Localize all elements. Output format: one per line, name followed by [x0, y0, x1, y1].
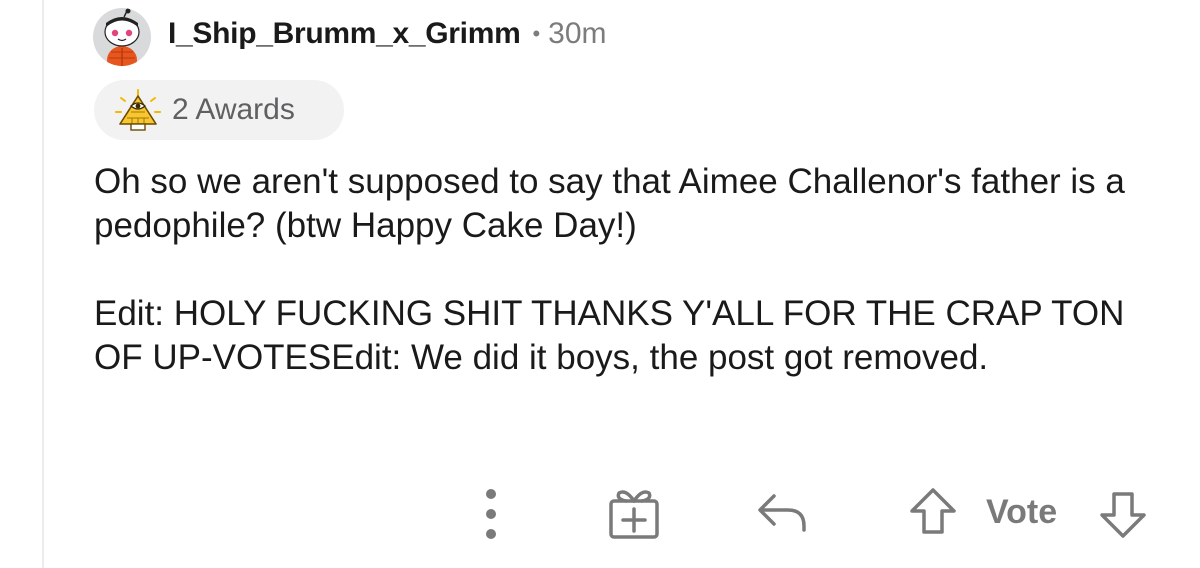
comment-body: Oh so we aren't supposed to say that Aim…	[94, 160, 1154, 380]
meta-separator: •	[532, 21, 541, 46]
awards-count: 2 Awards	[172, 93, 295, 126]
more-vertical-icon[interactable]	[480, 488, 502, 540]
vote-count: Vote	[986, 493, 1058, 531]
illuminati-award-icon	[115, 89, 161, 131]
avatar[interactable]	[93, 8, 151, 66]
comment-age: 30m	[548, 17, 607, 50]
upvote-arrow-icon[interactable]	[908, 486, 958, 536]
snoo-avatar-icon	[104, 8, 140, 66]
reply-icon[interactable]	[756, 492, 810, 534]
gift-icon[interactable]	[606, 487, 662, 541]
comment-paragraph-edit: Edit: HOLY FUCKING SHIT THANKS Y'ALL FOR…	[94, 294, 1125, 377]
comment-paragraph: Oh so we aren't supposed to say that Aim…	[94, 162, 1125, 245]
downvote-arrow-icon[interactable]	[1098, 490, 1148, 540]
thread-line[interactable]	[42, 0, 44, 568]
username-link[interactable]: I_Ship_Brumm_x_Grimm	[168, 17, 521, 51]
awards-pill[interactable]: 2 Awards	[94, 80, 344, 140]
comment-header: I_Ship_Brumm_x_Grimm • 30m	[168, 14, 607, 54]
